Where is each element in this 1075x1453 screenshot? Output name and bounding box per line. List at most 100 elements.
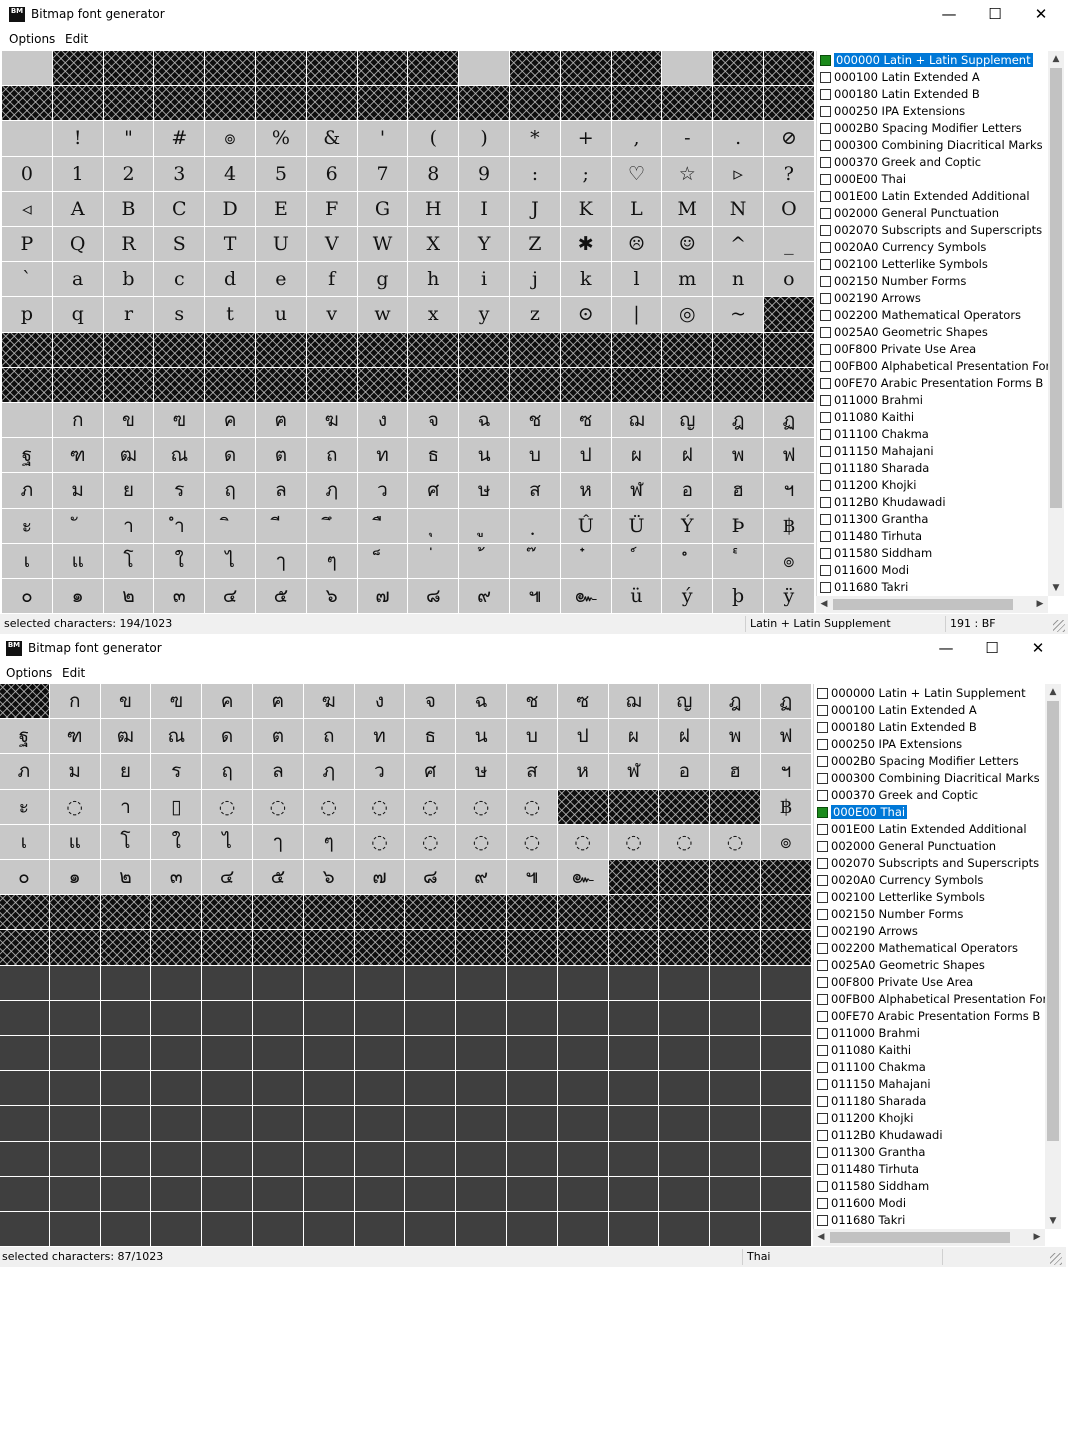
range-list-item[interactable]: 011100 Chakma [817, 1059, 926, 1076]
glyph-cell[interactable]: z [510, 297, 560, 332]
unavailable-glyph-cell[interactable] [510, 51, 560, 86]
glyph-cell[interactable]: า [100, 789, 151, 824]
glyph-cell[interactable]: 2 [103, 156, 154, 191]
unavailable-glyph-cell[interactable] [713, 332, 763, 367]
glyph-cell[interactable]: ง [354, 684, 405, 719]
range-checkbox[interactable] [820, 140, 831, 151]
glyph-cell[interactable]: โ [100, 824, 151, 859]
range-checkbox[interactable] [820, 225, 831, 236]
glyph-cell[interactable]: ฟ [764, 438, 814, 473]
unavailable-glyph-cell[interactable] [357, 86, 408, 121]
empty-glyph-cell[interactable] [659, 1000, 710, 1035]
glyph-cell[interactable]: a [52, 262, 103, 297]
unavailable-glyph-cell[interactable] [52, 86, 103, 121]
unavailable-glyph-cell[interactable] [205, 367, 255, 402]
unavailable-glyph-cell[interactable] [659, 860, 710, 895]
glyph-cell[interactable]: ก [49, 684, 100, 719]
glyph-cell[interactable]: 4 [205, 156, 255, 191]
unavailable-glyph-cell[interactable] [100, 930, 151, 965]
range-checkbox[interactable] [820, 293, 831, 304]
empty-glyph-cell[interactable] [557, 1141, 608, 1176]
glyph-cell[interactable]: แ [49, 824, 100, 859]
empty-glyph-cell[interactable] [253, 1000, 303, 1035]
glyph-cell[interactable]: ห [560, 473, 611, 508]
unavailable-glyph-cell[interactable] [764, 297, 814, 332]
glyph-cell[interactable]: 3 [154, 156, 205, 191]
scroll-up-arrow-icon[interactable]: ▲ [1045, 684, 1061, 700]
unavailable-glyph-cell[interactable] [659, 789, 710, 824]
range-list-item[interactable]: 000250 IPA Extensions [820, 103, 965, 120]
empty-glyph-cell[interactable] [151, 1141, 202, 1176]
glyph-cell[interactable]: ( [408, 121, 459, 156]
glyph-cell[interactable]: E [256, 191, 306, 226]
range-checkbox[interactable] [820, 582, 831, 593]
glyph-cell[interactable]: ค [205, 403, 255, 438]
glyph-cell[interactable]: ◌ [49, 789, 100, 824]
glyph-cell[interactable]: b [103, 262, 154, 297]
glyph-cell[interactable]: ย [103, 473, 154, 508]
glyph-cell[interactable]: ฝ [662, 438, 713, 473]
vertical-scrollbar[interactable]: ▲ ▼ [1048, 51, 1064, 596]
empty-glyph-cell[interactable] [608, 1036, 659, 1071]
glyph-cell[interactable]: B [103, 191, 154, 226]
glyph-cell[interactable]: t [205, 297, 255, 332]
range-checkbox[interactable] [820, 89, 831, 100]
empty-glyph-cell[interactable] [405, 1071, 456, 1106]
empty-glyph-cell[interactable] [354, 1176, 405, 1211]
glyph-cell[interactable]: ฒ [100, 719, 151, 754]
glyph-cell[interactable]: F [306, 191, 357, 226]
range-checkbox[interactable] [820, 361, 831, 372]
glyph-cell[interactable]: ห [557, 754, 608, 789]
unavailable-glyph-cell[interactable] [151, 930, 202, 965]
glyph-cell[interactable]: Û [560, 508, 611, 543]
glyph-cell[interactable]: ร [154, 473, 205, 508]
glyph-cell[interactable]: ◌ [456, 824, 506, 859]
resize-grip-icon[interactable] [1053, 620, 1065, 632]
unavailable-glyph-cell[interactable] [611, 51, 662, 86]
unavailable-glyph-cell[interactable] [659, 930, 710, 965]
maximize-button[interactable]: ☐ [972, 0, 1018, 30]
range-list-item[interactable]: 00FB00 Alphabetical Presentation Forms [820, 358, 1049, 375]
glyph-cell[interactable]: l [611, 262, 662, 297]
empty-glyph-cell[interactable] [151, 965, 202, 1000]
unavailable-glyph-cell[interactable] [456, 930, 506, 965]
empty-glyph-cell[interactable] [354, 1212, 405, 1247]
glyph-cell[interactable]: ) [459, 121, 509, 156]
glyph-cell[interactable]: ☆ [662, 156, 713, 191]
range-list-item[interactable]: 002070 Subscripts and Superscripts [820, 222, 1042, 239]
glyph-cell[interactable]: ๐ [0, 860, 49, 895]
unavailable-glyph-cell[interactable] [256, 51, 306, 86]
empty-glyph-cell[interactable] [354, 1141, 405, 1176]
range-checkbox[interactable] [817, 977, 828, 988]
glyph-cell[interactable]: ฉ [459, 403, 509, 438]
empty-glyph-cell[interactable] [761, 1141, 811, 1176]
empty-glyph-cell[interactable] [557, 1071, 608, 1106]
unavailable-glyph-cell[interactable] [205, 86, 255, 121]
glyph-cell[interactable]: ์ [611, 543, 662, 578]
glyph-cell[interactable]: ; [560, 156, 611, 191]
range-list-item[interactable]: 002200 Mathematical Operators [817, 940, 1018, 957]
range-list-item[interactable]: 011680 Takri [817, 1212, 905, 1229]
unavailable-glyph-cell[interactable] [256, 86, 306, 121]
unavailable-glyph-cell[interactable] [764, 86, 814, 121]
range-list-item[interactable]: 002190 Arrows [820, 290, 921, 307]
range-checkbox[interactable] [817, 807, 828, 818]
glyph-cell[interactable]: ฿ [764, 508, 814, 543]
empty-glyph-cell[interactable] [659, 1141, 710, 1176]
glyph-cell[interactable]: ๆ [303, 824, 354, 859]
glyph-cell[interactable]: ่ [408, 543, 459, 578]
range-checkbox[interactable] [817, 892, 828, 903]
unavailable-glyph-cell[interactable] [608, 789, 659, 824]
menu-edit[interactable]: Edit [62, 666, 85, 680]
empty-glyph-cell[interactable] [303, 1036, 354, 1071]
range-list-item[interactable]: 000000 Latin + Latin Supplement [820, 52, 1033, 69]
range-checkbox[interactable] [820, 497, 831, 508]
range-list-item[interactable]: 011300 Grantha [820, 511, 928, 528]
glyph-cell[interactable]: V [306, 227, 357, 262]
empty-glyph-cell[interactable] [710, 1000, 760, 1035]
glyph-cell[interactable]: ๔ [205, 579, 255, 614]
unavailable-glyph-cell[interactable] [253, 895, 303, 930]
empty-glyph-cell[interactable] [507, 1141, 557, 1176]
horizontal-scrollbar[interactable]: ◀ ▶ [813, 1229, 1045, 1246]
glyph-cell[interactable]: d [205, 262, 255, 297]
